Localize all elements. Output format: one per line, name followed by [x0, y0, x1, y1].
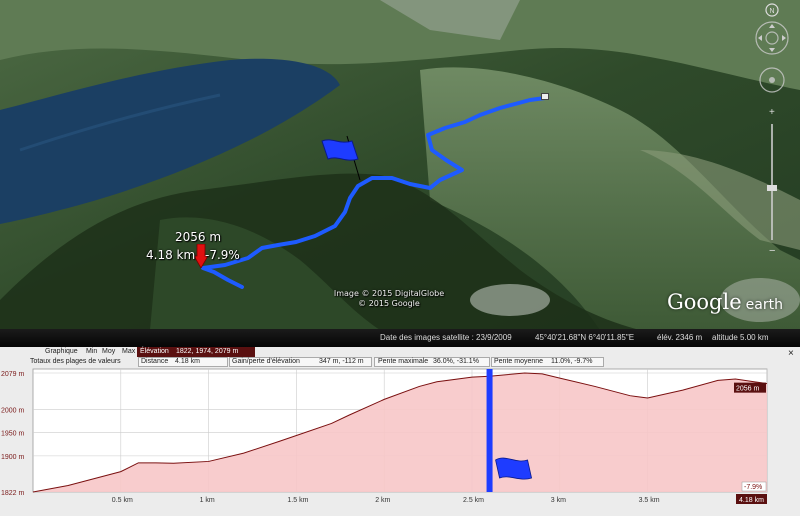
elevation-profile-panel: Graphique Min Moy Max Élévation 1822, 19…	[0, 347, 800, 516]
eye-altitude: altitude 5.00 km	[712, 333, 769, 342]
x-tick-label: 1.5 km	[287, 497, 308, 504]
y-tick-label: 1950 m	[1, 431, 25, 438]
move-joystick-icon	[759, 67, 785, 93]
max-slope-label: Pente maximale	[378, 358, 429, 365]
gain-label: Gain/perte d'élévation	[232, 358, 300, 365]
x-tick-label: 3 km	[551, 497, 566, 504]
svg-text:+: +	[769, 107, 775, 118]
zoom-slider-handle	[767, 185, 777, 191]
distance-value: 4.18 km	[175, 358, 200, 365]
end-grade-label: -7.9%	[744, 484, 762, 491]
avg-toggle[interactable]: Moy	[102, 348, 115, 355]
look-joystick-icon	[755, 21, 789, 55]
elevation-selector-label: Élévation	[140, 348, 169, 355]
cursor-flag-icon	[495, 457, 533, 480]
end-elevation-label: 2056 m	[736, 386, 760, 393]
imagery-date: Date des images satellite : 23/9/2009	[380, 333, 512, 342]
x-tick-label: 1 km	[200, 497, 215, 504]
graph-menu[interactable]: Graphique	[45, 348, 78, 355]
navigation-controls[interactable]: N + −	[750, 0, 800, 260]
map-view[interactable]: 2056 m 4.18 km -7.9% Image © 2015 Digita…	[0, 0, 800, 347]
x-tick-label: 4.18 km	[739, 497, 764, 504]
max-toggle[interactable]: Max	[122, 348, 135, 355]
zoom-slider: + −	[767, 107, 777, 257]
svg-text:N: N	[770, 8, 775, 15]
cursor-elevation: élév. 2346 m	[657, 333, 703, 342]
marker-distance-label: 4.18 km	[146, 248, 196, 262]
avg-slope-value: 11.0%, -9.7%	[551, 358, 593, 365]
x-tick-label: 0.5 km	[112, 497, 133, 504]
start-point-icon[interactable]	[541, 93, 549, 100]
compass-icon: N	[765, 3, 779, 17]
marker-elevation-label: 2056 m	[175, 230, 222, 244]
cursor-coordinates: 45°40'21.68"N 6°40'11.85"E	[535, 333, 635, 342]
x-axis: 0.5 km 1 km 1.5 km 2 km 2.5 km 3 km 3.5 km 4.18…	[112, 494, 767, 504]
max-slope-value: 36.0%, -31.1%	[433, 358, 479, 365]
profile-toolbar: Graphique Min Moy Max Élévation 1822, 19…	[0, 347, 800, 359]
flag-icon[interactable]	[318, 135, 362, 169]
y-tick-label: 2079 m	[1, 371, 25, 378]
x-tick-label: 2.5 km	[463, 497, 484, 504]
avg-slope-label: Pente moyenne	[494, 358, 544, 365]
google-earth-logo: Google earth	[667, 290, 783, 314]
y-tick-label: 2000 m	[1, 408, 25, 415]
profile-stats: Totaux des plages de valeurs Distance 4.…	[0, 357, 800, 367]
x-tick-label: 3.5 km	[639, 497, 660, 504]
svg-text:−: −	[769, 245, 775, 257]
cursor-line	[486, 369, 493, 492]
x-tick-label: 2 km	[375, 497, 390, 504]
status-bar: Date des images satellite : 23/9/2009 45…	[0, 329, 800, 347]
distance-label: Distance	[141, 358, 169, 365]
y-tick-label: 1900 m	[1, 454, 25, 461]
elevation-values: 1822, 1974, 2079 m	[176, 348, 239, 355]
range-totals-label: Totaux des plages de valeurs	[30, 358, 121, 365]
elevation-chart[interactable]: 0.5 km 1 km 1.5 km 2 km 2.5 km 3 km 3.5 km 4.18…	[0, 367, 800, 516]
marker-grade-label: -7.9%	[205, 248, 240, 262]
min-toggle[interactable]: Min	[86, 348, 97, 355]
y-tick-label: 1822 m	[1, 490, 25, 497]
gain-value: 347 m, -112 m	[319, 358, 364, 365]
